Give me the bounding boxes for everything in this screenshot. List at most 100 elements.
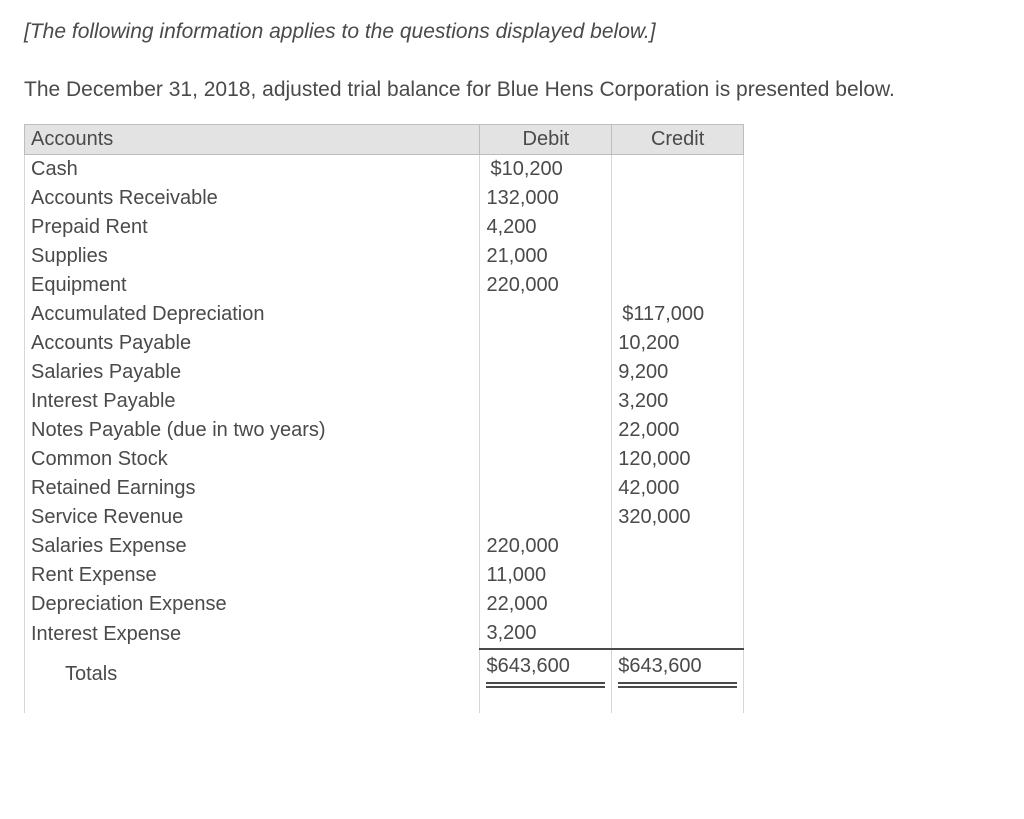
- credit-cell: 10,200: [612, 329, 744, 358]
- debit-cell: 22,000: [480, 590, 612, 619]
- debit-value: 22,000: [486, 593, 547, 615]
- credit-value: 117,000: [633, 303, 704, 325]
- account-name: Salaries Expense: [25, 532, 480, 561]
- table-row: Service Revenue 320,000: [25, 503, 744, 532]
- table-row: Depreciation Expense 22,000: [25, 590, 744, 619]
- table-row: Prepaid Rent 4,200: [25, 213, 744, 242]
- table-row: Salaries Payable 9,200: [25, 358, 744, 387]
- debit-cell: [480, 474, 612, 503]
- trial-balance-table: Accounts Debit Credit Cash$10,200Account…: [24, 124, 744, 713]
- debit-cell: 11,000: [480, 561, 612, 590]
- table-row: Rent Expense 11,000: [25, 561, 744, 590]
- debit-cell: [480, 358, 612, 387]
- description-text: The December 31, 2018, adjusted trial ba…: [24, 78, 1000, 102]
- credit-value: 10,200: [618, 332, 679, 354]
- credit-value: 42,000: [618, 477, 679, 499]
- debit-value: 3,200: [486, 622, 536, 644]
- debit-cell: [480, 329, 612, 358]
- debit-cell: 220,000: [480, 271, 612, 300]
- credit-value: 9,200: [618, 361, 668, 383]
- credit-cell: [612, 619, 744, 649]
- debit-cell: 21,000: [480, 242, 612, 271]
- dollar-sign: $: [622, 301, 633, 328]
- account-name: Cash: [25, 155, 480, 185]
- table-row: Accounts Payable 10,200: [25, 329, 744, 358]
- debit-value: 21,000: [486, 245, 547, 267]
- debit-cell: [480, 416, 612, 445]
- credit-cell: 9,200: [612, 358, 744, 387]
- debit-value: 11,000: [486, 564, 546, 586]
- credit-cell: [612, 561, 744, 590]
- credit-cell: 320,000: [612, 503, 744, 532]
- debit-cell: 132,000: [480, 184, 612, 213]
- account-name: Rent Expense: [25, 561, 480, 590]
- debit-value: 10,200: [502, 158, 563, 180]
- footer-spacer: [25, 689, 744, 713]
- table-row: Notes Payable (due in two years) 22,000: [25, 416, 744, 445]
- totals-row: Totals $643,600 $643,600: [25, 652, 744, 689]
- debit-cell: 4,200: [480, 213, 612, 242]
- credit-value: 22,000: [618, 419, 679, 441]
- credit-value: 3,200: [618, 390, 668, 412]
- credit-cell: [612, 271, 744, 300]
- table-row: Interest Payable 3,200: [25, 387, 744, 416]
- table-row: Retained Earnings 42,000: [25, 474, 744, 503]
- debit-cell: [480, 445, 612, 474]
- credit-value: 320,000: [618, 506, 690, 528]
- table-row: Interest Expense 3,200: [25, 619, 744, 649]
- account-name: Prepaid Rent: [25, 213, 480, 242]
- debit-cell: [480, 503, 612, 532]
- credit-cell: 22,000: [612, 416, 744, 445]
- header-credit: Credit: [612, 125, 744, 155]
- account-name: Salaries Payable: [25, 358, 480, 387]
- account-name: Accounts Receivable: [25, 184, 480, 213]
- debit-cell: 220,000: [480, 532, 612, 561]
- debit-cell: $10,200: [480, 155, 612, 185]
- credit-cell: $117,000: [612, 300, 744, 329]
- header-accounts: Accounts: [25, 125, 480, 155]
- account-name: Notes Payable (due in two years): [25, 416, 480, 445]
- horizontal-scrollbar[interactable]: [24, 731, 464, 747]
- account-name: Retained Earnings: [25, 474, 480, 503]
- credit-cell: [612, 590, 744, 619]
- table-row: Cash$10,200: [25, 155, 744, 185]
- totals-debit: $643,600: [480, 652, 612, 689]
- header-debit: Debit: [480, 125, 612, 155]
- table-row: Accumulated Depreciation $117,000: [25, 300, 744, 329]
- table-row: Salaries Expense 220,000: [25, 532, 744, 561]
- debit-value: 220,000: [486, 274, 558, 296]
- credit-value: 120,000: [618, 448, 690, 470]
- intro-note: [The following information applies to th…: [24, 20, 1000, 44]
- totals-credit: $643,600: [612, 652, 744, 689]
- account-name: Interest Expense: [25, 619, 480, 649]
- table-row: Accounts Receivable 132,000: [25, 184, 744, 213]
- debit-value: 4,200: [486, 216, 536, 238]
- account-name: Accounts Payable: [25, 329, 480, 358]
- credit-cell: 3,200: [612, 387, 744, 416]
- account-name: Common Stock: [25, 445, 480, 474]
- account-name: Depreciation Expense: [25, 590, 480, 619]
- table-row: Common Stock 120,000: [25, 445, 744, 474]
- credit-cell: [612, 213, 744, 242]
- totals-label: Totals: [25, 652, 480, 689]
- credit-cell: [612, 184, 744, 213]
- credit-cell: [612, 155, 744, 185]
- credit-cell: 120,000: [612, 445, 744, 474]
- account-name: Equipment: [25, 271, 480, 300]
- credit-cell: [612, 532, 744, 561]
- debit-cell: [480, 300, 612, 329]
- dollar-sign: $: [490, 156, 501, 183]
- credit-cell: 42,000: [612, 474, 744, 503]
- table-row: Supplies 21,000: [25, 242, 744, 271]
- account-name: Supplies: [25, 242, 480, 271]
- account-name: Interest Payable: [25, 387, 480, 416]
- table-header-row: Accounts Debit Credit: [25, 125, 744, 155]
- debit-value: 220,000: [486, 535, 558, 557]
- debit-value: 132,000: [486, 187, 558, 209]
- debit-cell: [480, 387, 612, 416]
- credit-cell: [612, 242, 744, 271]
- table-row: Equipment 220,000: [25, 271, 744, 300]
- debit-cell: 3,200: [480, 619, 612, 649]
- account-name: Service Revenue: [25, 503, 480, 532]
- account-name: Accumulated Depreciation: [25, 300, 480, 329]
